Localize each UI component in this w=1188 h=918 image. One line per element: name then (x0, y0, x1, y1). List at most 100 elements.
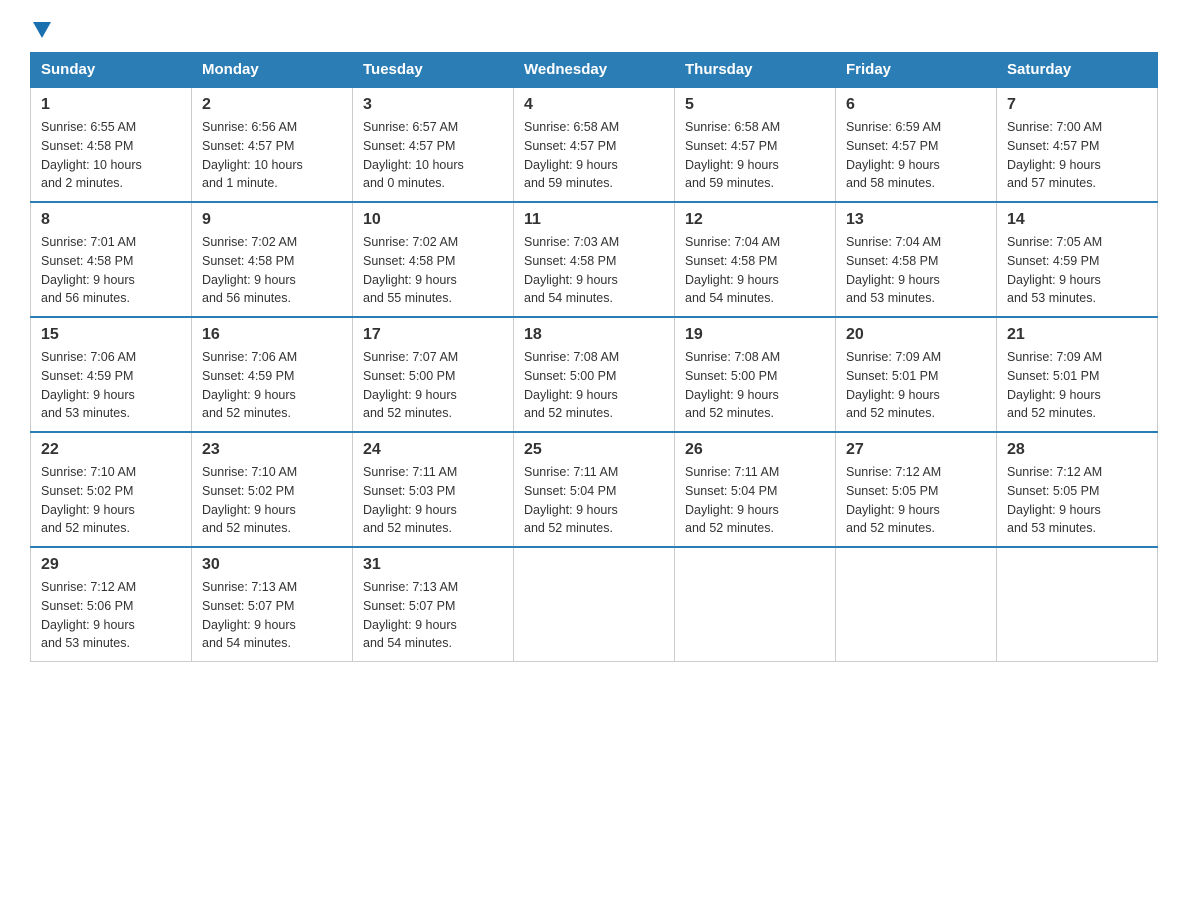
daylight-minutes: and 54 minutes. (685, 291, 774, 305)
day-info: Sunrise: 7:11 AMSunset: 5:03 PMDaylight:… (363, 463, 503, 538)
sunrise-value: Sunrise: 7:06 AM (202, 350, 297, 364)
day-number: 6 (846, 96, 986, 114)
daylight-minutes: and 57 minutes. (1007, 176, 1096, 190)
day-number: 12 (685, 211, 825, 229)
daylight-minutes: and 52 minutes. (524, 406, 613, 420)
daylight-minutes: and 52 minutes. (524, 521, 613, 535)
sunrise-value: Sunrise: 7:09 AM (1007, 350, 1102, 364)
daylight-label: Daylight: 9 hours (846, 158, 940, 172)
sunrise-value: Sunrise: 7:12 AM (1007, 465, 1102, 479)
daylight-minutes: and 52 minutes. (685, 406, 774, 420)
daylight-minutes: and 53 minutes. (1007, 521, 1096, 535)
day-number: 26 (685, 441, 825, 459)
day-info: Sunrise: 6:58 AMSunset: 4:57 PMDaylight:… (685, 118, 825, 193)
daylight-label: Daylight: 9 hours (524, 503, 618, 517)
daylight-label: Daylight: 9 hours (41, 273, 135, 287)
day-number: 22 (41, 441, 181, 459)
sunset-value: Sunset: 5:07 PM (363, 599, 455, 613)
daylight-minutes: and 53 minutes. (846, 291, 935, 305)
day-number: 5 (685, 96, 825, 114)
calendar-cell: 15 Sunrise: 7:06 AM Sunset: 4:59 PM Dayligh… (31, 317, 192, 432)
daylight-minutes: and 52 minutes. (846, 521, 935, 535)
day-number: 25 (524, 441, 664, 459)
day-info: Sunrise: 7:04 AMSunset: 4:58 PMDaylight:… (846, 233, 986, 308)
calendar-cell: 6Sunrise: 6:59 AMSunset: 4:57 PMDaylight… (836, 87, 997, 202)
sunset-value: Sunset: 4:58 PM (41, 254, 133, 268)
day-number: 3 (363, 96, 503, 114)
daylight-label: Daylight: 9 hours (685, 273, 779, 287)
sunset-value: Sunset: 4:58 PM (524, 254, 616, 268)
daylight-label: Daylight: 9 hours (846, 388, 940, 402)
sunrise-value: Sunrise: 7:04 AM (846, 235, 941, 249)
daylight-minutes: and 52 minutes. (363, 521, 452, 535)
sunset-value: Sunset: 5:00 PM (524, 369, 616, 383)
daylight-label: Daylight: 10 hours (202, 158, 303, 172)
daylight-label: Daylight: 9 hours (41, 618, 135, 632)
sunrise-value: Sunrise: 7:10 AM (41, 465, 136, 479)
day-number: 10 (363, 211, 503, 229)
daylight-label: Daylight: 9 hours (1007, 503, 1101, 517)
daylight-label: Daylight: 9 hours (1007, 158, 1101, 172)
day-number: 7 (1007, 96, 1147, 114)
calendar-cell: 20Sunrise: 7:09 AMSunset: 5:01 PMDayligh… (836, 317, 997, 432)
column-header-tuesday: Tuesday (353, 53, 514, 88)
daylight-minutes: and 0 minutes. (363, 176, 445, 190)
daylight-label: Daylight: 9 hours (1007, 273, 1101, 287)
day-number: 23 (202, 441, 342, 459)
day-info: Sunrise: 6:58 AMSunset: 4:57 PMDaylight:… (524, 118, 664, 193)
day-number: 24 (363, 441, 503, 459)
day-info: Sunrise: 7:11 AMSunset: 5:04 PMDaylight:… (524, 463, 664, 538)
calendar-cell: 23 Sunrise: 7:10 AMSunset: 5:02 PMDayligh… (192, 432, 353, 547)
daylight-label: Daylight: 9 hours (41, 388, 135, 402)
daylight-label: Daylight: 9 hours (202, 273, 296, 287)
daylight-minutes: and 56 minutes. (41, 291, 130, 305)
sunrise-value: Sunrise: 7:13 AM (363, 580, 458, 594)
calendar-cell (514, 547, 675, 662)
calendar-cell: 12Sunrise: 7:04 AMSunset: 4:58 PMDayligh… (675, 202, 836, 317)
day-number: 28 (1007, 441, 1147, 459)
daylight-minutes: and 53 minutes. (1007, 291, 1096, 305)
daylight-label: Daylight: 9 hours (363, 503, 457, 517)
sunrise-value: Sunrise: 7:05 AM (1007, 235, 1102, 249)
calendar-table: SundayMondayTuesdayWednesdayThursdayFrid… (30, 52, 1158, 662)
day-number: 9 (202, 211, 342, 229)
day-number: 16 (202, 326, 342, 344)
day-info: Sunrise: 7:09 AMSunset: 5:01 PMDaylight:… (846, 348, 986, 423)
sunset-value: Sunset: 5:04 PM (524, 484, 616, 498)
daylight-label: Daylight: 9 hours (685, 503, 779, 517)
calendar-cell: 18Sunrise: 7:08 AMSunset: 5:00 PMDayligh… (514, 317, 675, 432)
day-info: Sunrise: 7:10 AMSunset: 5:02 PMDaylight:… (202, 463, 342, 538)
sunrise-value: Sunrise: 6:55 AM (41, 120, 136, 134)
sunset-value: Sunset: 5:05 PM (846, 484, 938, 498)
daylight-minutes: and 54 minutes. (202, 636, 291, 650)
day-number: 15 (41, 326, 181, 344)
sunset-value: Sunset: 5:04 PM (685, 484, 777, 498)
daylight-label: Daylight: 9 hours (685, 388, 779, 402)
sunrise-value: Sunrise: 7:12 AM (41, 580, 136, 594)
calendar-cell: 7Sunrise: 7:00 AMSunset: 4:57 PMDaylight… (997, 87, 1158, 202)
daylight-label: Daylight: 9 hours (1007, 388, 1101, 402)
sunrise-value: Sunrise: 7:06 AM (41, 350, 136, 364)
column-header-sunday: Sunday (31, 53, 192, 88)
day-info: Sunrise: 7:12 AMSunset: 5:05 PMDaylight:… (846, 463, 986, 538)
calendar-cell: 16Sunrise: 7:06 AMSunset: 4:59 PMDayligh… (192, 317, 353, 432)
daylight-label: Daylight: 9 hours (846, 503, 940, 517)
column-header-saturday: Saturday (997, 53, 1158, 88)
day-number: 8 (41, 211, 181, 229)
calendar-cell: 21Sunrise: 7:09 AMSunset: 5:01 PMDayligh… (997, 317, 1158, 432)
daylight-label: Daylight: 9 hours (202, 503, 296, 517)
day-info: Sunrise: 7:11 AMSunset: 5:04 PMDaylight:… (685, 463, 825, 538)
daylight-minutes: and 52 minutes. (846, 406, 935, 420)
calendar-cell: 26 Sunrise: 7:11 AMSunset: 5:04 PMDayligh… (675, 432, 836, 547)
sunset-value: Sunset: 4:57 PM (685, 139, 777, 153)
column-header-monday: Monday (192, 53, 353, 88)
sunrise-value: Sunrise: 7:10 AM (202, 465, 297, 479)
sunset-value: Sunset: 4:59 PM (41, 369, 133, 383)
sunset-value: Sunset: 5:02 PM (41, 484, 133, 498)
calendar-cell: 5 Sunrise: 6:58 AMSunset: 4:57 PMDaylight… (675, 87, 836, 202)
calendar-week-row: 22Sunrise: 7:10 AMSunset: 5:02 PMDayligh… (31, 432, 1158, 547)
daylight-label: Daylight: 9 hours (524, 273, 618, 287)
day-info: Sunrise: 7:08 AMSunset: 5:00 PMDaylight:… (524, 348, 664, 423)
calendar-cell: 4Sunrise: 6:58 AMSunset: 4:57 PMDaylight… (514, 87, 675, 202)
daylight-minutes: and 54 minutes. (363, 636, 452, 650)
